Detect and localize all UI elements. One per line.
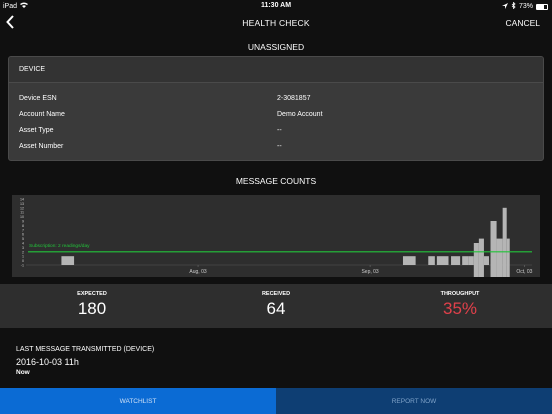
device-row-key: Device ESN	[19, 95, 57, 102]
stat-label: RECEIVED	[261, 291, 291, 297]
y-tick-label: 10	[20, 215, 24, 219]
y-tick-label: 5	[22, 237, 24, 241]
device-row-value: Demo Account	[277, 111, 323, 118]
stat-value: 35%	[442, 299, 478, 318]
tab-report-now[interactable]: REPORT NOW	[276, 388, 552, 414]
bar	[496, 238, 503, 283]
y-tick-label: 7	[22, 228, 24, 232]
bar	[478, 238, 484, 283]
y-tick-label: 8	[22, 224, 24, 228]
x-tick-label: Sep, 03	[361, 269, 378, 275]
x-tick-label: Aug, 03	[189, 269, 206, 275]
location-icon	[501, 2, 508, 11]
status-bar: iPad 11:30 AM 73%	[0, 0, 552, 12]
y-tick-label: 0	[22, 259, 24, 263]
device-row-value: --	[277, 143, 282, 150]
device-row-value: 2-3081857	[277, 95, 311, 102]
cancel-button[interactable]: CANCEL	[506, 18, 540, 28]
battery-icon	[536, 3, 548, 10]
bar	[490, 221, 497, 301]
y-tick-label: 1	[22, 255, 24, 259]
subscription-label: Subscription: 2 readings/day	[29, 243, 90, 249]
y-tick-label: 2	[22, 250, 24, 254]
last-message-label: LAST MESSAGE TRANSMITTED (DEVICE)	[16, 346, 155, 353]
bar	[468, 256, 474, 265]
device-row-account: Account Name Demo Account	[19, 111, 535, 127]
device-row-key: Account Name	[19, 111, 65, 118]
device-row-asset-number: Asset Number --	[19, 143, 535, 159]
last-message-date: 2016-10-03 11h	[16, 357, 79, 367]
stat-label: THROUGHPUT	[440, 291, 480, 297]
bar	[462, 256, 469, 265]
last-message-relative: Now	[16, 369, 30, 376]
message-counts-chart: -1 0 1 2 3 4 5 6 7 8 9 10 11 12 13 14 Subscription: 2 re…	[12, 195, 540, 314]
stat-value: 64	[266, 299, 286, 318]
y-tick-label: 3	[22, 246, 24, 250]
y-tick-label: 11	[20, 211, 24, 215]
y-tick-label: 12	[20, 206, 24, 210]
y-tick-label: 9	[22, 220, 24, 224]
chart-svg: -101234567891011121314Subscription: 2 re…	[20, 198, 533, 314]
stat-label: EXPECTED	[77, 291, 107, 297]
device-card: DEVICE Device ESN 2-3081857 Account Name…	[8, 56, 544, 161]
y-tick-label: -1	[21, 264, 24, 268]
clock: 11:30 AM	[260, 2, 292, 9]
device-card-header: DEVICE	[9, 57, 543, 83]
account-title: UNASSIGNED	[247, 42, 305, 52]
y-tick-label: 13	[20, 202, 24, 206]
stat-received: RECEIVED 64	[184, 284, 368, 328]
bar	[502, 207, 507, 314]
device-row-value: --	[277, 127, 282, 134]
message-counts-title: MESSAGE COUNTS	[235, 176, 317, 186]
stats-panel: EXPECTED 180 RECEIVED 64 THROUGHPUT 35%	[0, 284, 552, 328]
device-row-key: Asset Number	[19, 143, 64, 150]
stat-value: 180	[77, 299, 107, 318]
bar	[506, 238, 510, 283]
bar	[436, 256, 449, 265]
bluetooth-icon	[511, 1, 516, 11]
x-tick-label: Oct, 03	[516, 269, 532, 275]
page-title: HEALTH CHECK	[242, 18, 310, 28]
bar	[428, 256, 435, 265]
tab-watchlist[interactable]: WATCHLIST	[0, 388, 276, 414]
device-row-asset-type: Asset Type --	[19, 127, 535, 143]
bar	[473, 243, 479, 279]
y-tick-label: 6	[22, 233, 24, 237]
stat-throughput: THROUGHPUT 35%	[368, 284, 552, 328]
stat-expected: EXPECTED 180	[0, 284, 184, 328]
nav-bar: HEALTH CHECK CANCEL	[0, 12, 552, 34]
y-tick-label: 4	[22, 242, 24, 246]
tab-bar: WATCHLIST REPORT NOW	[0, 388, 552, 414]
device-row-esn: Device ESN 2-3081857	[19, 95, 535, 111]
bar	[402, 256, 416, 265]
device-row-key: Asset Type	[19, 127, 54, 134]
bar	[483, 256, 489, 265]
y-tick-label: 14	[20, 198, 24, 202]
battery-percent: 73%	[518, 3, 533, 10]
bar	[451, 256, 461, 265]
bar	[61, 256, 75, 265]
